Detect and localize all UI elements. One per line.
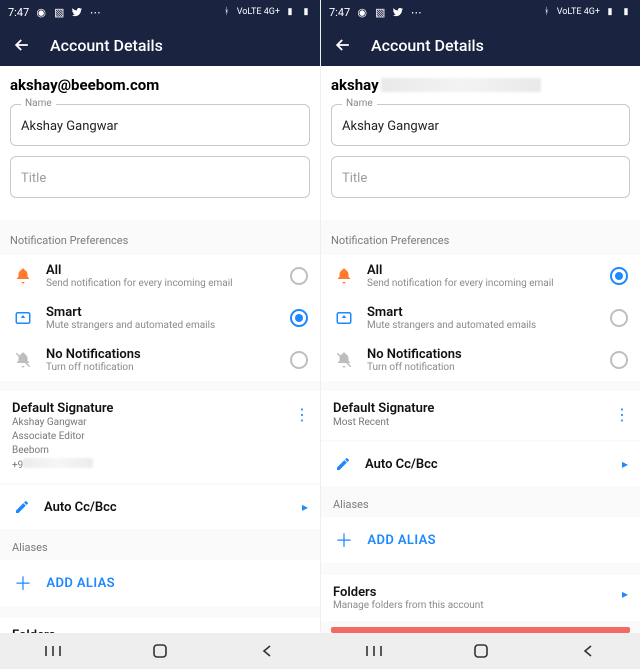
bluetooth-icon: ᚼ — [221, 6, 233, 18]
aliases-heading: Aliases — [0, 529, 320, 560]
redacted-phone — [23, 458, 93, 468]
radio-none[interactable] — [610, 351, 628, 369]
more-vert-icon[interactable]: ⋮ — [294, 405, 310, 424]
back-button[interactable] — [331, 33, 355, 57]
phone-right: 7:47 ◉ ▧ ⋯ ᚼ VoLTE 4G+ ▮ ▮ Account Detai… — [320, 0, 640, 669]
smart-icon — [12, 307, 34, 329]
pref-none[interactable]: No NotificationsTurn off notification — [321, 339, 640, 381]
nav-bar — [0, 633, 320, 669]
auto-cc-row[interactable]: Auto Cc/Bcc ▸ — [0, 485, 320, 529]
prefs-heading: Notification Preferences — [321, 220, 640, 255]
status-net: VoLTE 4G+ — [237, 7, 280, 17]
signature-block[interactable]: Default Signature Akshay Gangwar Associa… — [0, 391, 320, 483]
chevron-right-icon: ▸ — [622, 587, 628, 601]
prefs-list: AllSend notification for every incoming … — [321, 255, 640, 381]
bluetooth-icon: ᚼ — [541, 6, 553, 18]
more-icon: ⋯ — [89, 6, 101, 18]
status-time: 7:47 — [8, 6, 29, 19]
radio-none[interactable] — [290, 351, 308, 369]
page-title: Account Details — [371, 36, 484, 55]
signal-icon: ▮ — [604, 6, 616, 18]
title-placeholder: Title — [21, 171, 299, 187]
pencil-icon — [333, 454, 353, 474]
bell-icon — [12, 265, 34, 287]
bell-off-icon — [333, 349, 355, 371]
plus-icon: ＋ — [14, 570, 32, 596]
account-email: akshay@beebom.com — [10, 76, 310, 94]
twitter-icon — [71, 6, 83, 18]
battery-icon: ▮ — [620, 6, 632, 18]
chevron-right-icon: ▸ — [622, 457, 628, 471]
name-field[interactable]: Name Akshay Gangwar — [331, 104, 630, 146]
page-title: Account Details — [50, 36, 163, 55]
add-alias-button[interactable]: ＋ ADD ALIAS — [0, 560, 320, 606]
pref-all[interactable]: AllSend notification for every incoming … — [321, 255, 640, 297]
prefs-heading: Notification Preferences — [0, 220, 320, 255]
smart-icon — [333, 307, 355, 329]
plus-icon: ＋ — [335, 527, 353, 553]
aliases-heading: Aliases — [321, 486, 640, 517]
redacted-email — [381, 78, 541, 92]
image-icon: ▧ — [374, 6, 386, 18]
title-field[interactable]: Title — [10, 156, 310, 198]
radio-all[interactable] — [290, 267, 308, 285]
app-bar: Account Details — [0, 24, 320, 66]
folders-row[interactable]: Folders Manage folders from this account… — [321, 575, 640, 621]
more-icon: ⋯ — [410, 6, 422, 18]
account-email: akshay — [331, 76, 630, 94]
bell-off-icon — [12, 349, 34, 371]
app-bar: Account Details — [321, 24, 640, 66]
circle-icon: ◉ — [356, 6, 368, 18]
radio-all[interactable] — [610, 267, 628, 285]
add-alias-button[interactable]: ＋ ADD ALIAS — [321, 517, 640, 563]
pref-none[interactable]: No NotificationsTurn off notification — [0, 339, 320, 381]
pref-smart[interactable]: SmartMute strangers and automated emails — [0, 297, 320, 339]
status-time: 7:47 — [329, 6, 350, 19]
folders-row[interactable]: Folders Manage folders from this account — [0, 618, 320, 633]
more-vert-icon[interactable]: ⋮ — [614, 405, 630, 424]
prefs-list: AllSend notification for every incoming … — [0, 255, 320, 381]
status-bar: 7:47 ◉ ▧ ⋯ ᚼ VoLTE 4G+ ▮ ▮ — [321, 0, 640, 24]
nav-home[interactable] — [140, 641, 180, 661]
nav-back[interactable] — [568, 641, 608, 661]
bell-icon — [333, 265, 355, 287]
signal-icon: ▮ — [284, 6, 296, 18]
back-button[interactable] — [10, 33, 34, 57]
radio-smart[interactable] — [610, 309, 628, 327]
title-placeholder: Title — [342, 171, 619, 187]
twitter-icon — [392, 6, 404, 18]
pencil-icon — [12, 497, 32, 517]
nav-recents[interactable] — [33, 641, 73, 661]
nav-recents[interactable] — [354, 641, 394, 661]
pref-smart[interactable]: SmartMute strangers and automated emails — [321, 297, 640, 339]
name-label: Name — [21, 98, 56, 109]
status-bar: 7:47 ◉ ▧ ⋯ ᚼ VoLTE 4G+ ▮ ▮ — [0, 0, 320, 24]
name-field[interactable]: Name Akshay Gangwar — [10, 104, 310, 146]
signature-block[interactable]: Default Signature Most Recent ⋮ — [321, 391, 640, 440]
name-label: Name — [342, 98, 377, 109]
chevron-right-icon: ▸ — [302, 500, 308, 514]
image-icon: ▧ — [53, 6, 65, 18]
auto-cc-row[interactable]: Auto Cc/Bcc ▸ — [321, 442, 640, 486]
radio-smart[interactable] — [290, 309, 308, 327]
pref-all[interactable]: AllSend notification for every incoming … — [0, 255, 320, 297]
nav-bar — [321, 633, 640, 669]
battery-icon: ▮ — [300, 6, 312, 18]
circle-icon: ◉ — [35, 6, 47, 18]
status-net: VoLTE 4G+ — [557, 7, 600, 17]
title-field[interactable]: Title — [331, 156, 630, 198]
nav-back[interactable] — [247, 641, 287, 661]
name-value: Akshay Gangwar — [342, 119, 619, 135]
name-value: Akshay Gangwar — [21, 119, 299, 135]
nav-home[interactable] — [461, 641, 501, 661]
phone-left: 7:47 ◉ ▧ ⋯ ᚼ VoLTE 4G+ ▮ ▮ Account Detai… — [0, 0, 320, 669]
